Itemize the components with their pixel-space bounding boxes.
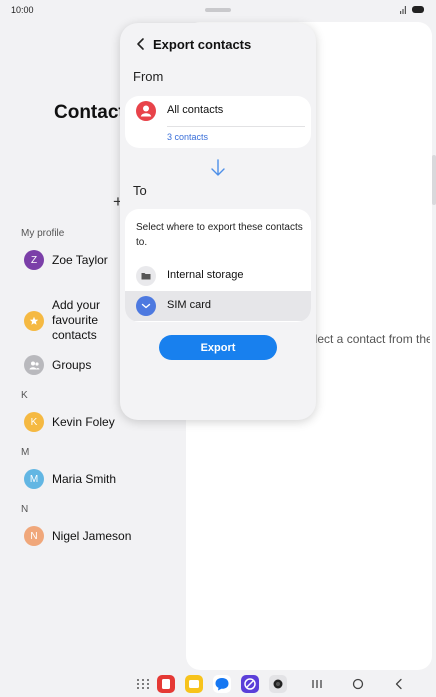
section-header-n: N	[21, 504, 29, 515]
contact-row[interactable]: K Kevin Foley	[24, 412, 115, 432]
contact-row[interactable]: N Nigel Jameson	[24, 526, 131, 546]
option-label: Internal storage	[167, 269, 244, 281]
arrow-down-icon	[211, 159, 225, 176]
option-sim-card[interactable]: SIM card	[125, 291, 311, 321]
option-internal-storage[interactable]: Internal storage	[125, 261, 311, 291]
from-label: From	[133, 69, 164, 84]
sim-card-icon	[136, 296, 156, 316]
status-time: 10:00	[11, 5, 34, 15]
groups-icon	[24, 355, 44, 375]
red-app-icon[interactable]	[157, 675, 175, 693]
contact-row[interactable]: M Maria Smith	[24, 469, 116, 489]
to-label: To	[133, 183, 147, 198]
person-icon	[136, 101, 156, 121]
recent-apps-icon[interactable]	[308, 675, 326, 693]
signal-icon	[400, 6, 406, 14]
divider	[167, 126, 305, 127]
groups-label: Groups	[52, 357, 92, 372]
destination-card: Select where to export these contacts to…	[125, 209, 311, 322]
battery-icon	[412, 6, 424, 13]
internet-app-icon[interactable]	[241, 675, 259, 693]
avatar: K	[24, 412, 44, 432]
source-count: 3 contacts	[167, 132, 209, 142]
export-contacts-dialog: Export contacts From All contacts 3 cont…	[120, 23, 316, 420]
section-header-k: K	[21, 390, 28, 401]
section-header-m: M	[21, 447, 30, 458]
folder-icon	[136, 266, 156, 286]
export-button[interactable]: Export	[159, 335, 277, 360]
contact-name: Nigel Jameson	[52, 528, 132, 543]
source-card[interactable]: All contacts 3 contacts	[125, 96, 311, 148]
destination-description: Select where to export these contacts to…	[136, 222, 303, 248]
messages-app-icon[interactable]	[213, 675, 231, 693]
avatar: M	[24, 469, 44, 489]
avatar: N	[24, 526, 44, 546]
back-icon[interactable]	[390, 675, 408, 693]
contact-name: Maria Smith	[52, 471, 117, 486]
star-icon	[24, 310, 44, 331]
section-header-my-profile: My profile	[21, 228, 65, 239]
camera-app-icon[interactable]	[269, 675, 287, 693]
back-arrow-icon[interactable]	[134, 37, 148, 51]
dialog-title: Export contacts	[153, 37, 252, 52]
status-bar: 10:00	[0, 0, 436, 22]
app-drawer-icon[interactable]	[134, 675, 152, 693]
profile-row[interactable]: Z Zoe Taylor	[24, 250, 108, 270]
option-label: SIM card	[167, 299, 212, 311]
empty-state-hint: Select a contact from the list on the le…	[300, 332, 430, 346]
home-icon[interactable]	[349, 675, 367, 693]
navigation-bar	[0, 672, 436, 697]
scrollbar[interactable]	[432, 155, 436, 205]
contact-name: Kevin Foley	[52, 414, 115, 429]
drag-handle[interactable]	[205, 8, 231, 12]
groups-row[interactable]: Groups	[24, 355, 91, 375]
notes-app-icon[interactable]	[185, 675, 203, 693]
source-label: All contacts	[167, 104, 224, 116]
profile-name: Zoe Taylor	[52, 252, 108, 267]
avatar: Z	[24, 250, 44, 270]
